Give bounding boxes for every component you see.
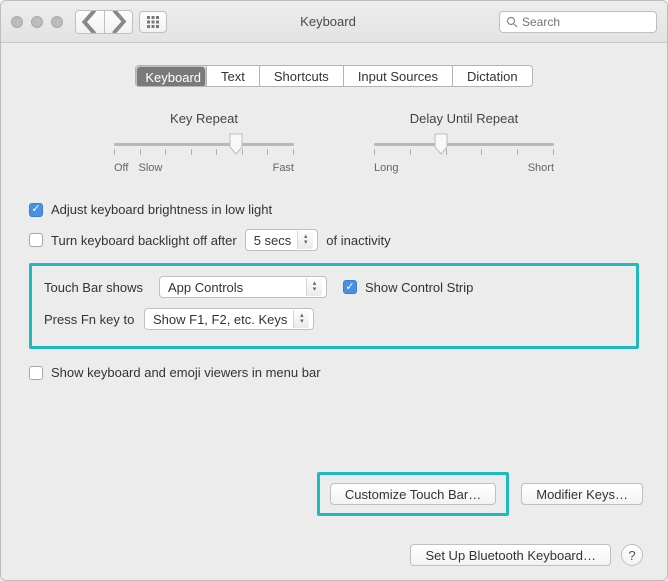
zoom-icon[interactable]	[51, 16, 63, 28]
customize-highlight: Customize Touch Bar…	[317, 472, 509, 516]
sliders-area: Key Repeat Off Slow Fast Delay Until Repe…	[1, 111, 667, 174]
viewers-label: Show keyboard and emoji viewers in menu …	[51, 365, 321, 380]
bottom-row: Set Up Bluetooth Keyboard… ?	[410, 544, 643, 566]
back-button[interactable]	[76, 11, 104, 33]
window-title: Keyboard	[167, 14, 489, 29]
touchbar-row: Touch Bar shows App Controls ▴▾ Show Con…	[44, 276, 624, 298]
stepper-icon: ▴▾	[293, 310, 309, 328]
modifier-keys-button[interactable]: Modifier Keys…	[521, 483, 643, 505]
fn-value: Show F1, F2, etc. Keys	[153, 312, 287, 327]
key-repeat-title: Key Repeat	[170, 111, 238, 126]
delay-title: Delay Until Repeat	[410, 111, 518, 126]
fn-select[interactable]: Show F1, F2, etc. Keys ▴▾	[144, 308, 314, 330]
key-repeat-off: Off	[114, 162, 128, 174]
traffic-lights	[11, 16, 63, 28]
customize-button[interactable]: Customize Touch Bar…	[330, 483, 496, 505]
delay-thumb[interactable]	[434, 133, 448, 155]
bluetooth-button[interactable]: Set Up Bluetooth Keyboard…	[410, 544, 611, 566]
brightness-checkbox[interactable]	[29, 203, 43, 217]
nav-buttons	[75, 10, 133, 34]
button-row: Customize Touch Bar… Modifier Keys…	[317, 472, 643, 516]
backlight-value: 5 secs	[254, 233, 292, 248]
tab-keyboard[interactable]: Keyboard	[136, 66, 206, 87]
backlight-checkbox[interactable]	[29, 233, 43, 247]
key-repeat-slow: Slow	[138, 162, 162, 174]
search-field[interactable]	[499, 11, 657, 33]
titlebar: Keyboard	[1, 1, 667, 43]
key-repeat-fast: Fast	[273, 162, 294, 174]
key-repeat-slider[interactable]	[114, 136, 294, 152]
segmented-control: Keyboard Text Shortcuts Input Sources Di…	[135, 65, 532, 87]
delay-block: Delay Until Repeat Long Short	[374, 111, 554, 174]
backlight-select[interactable]: 5 secs ▴▾	[245, 229, 319, 251]
preferences-window: Keyboard Keyboard Text Shortcuts Input S…	[0, 0, 668, 581]
close-icon[interactable]	[11, 16, 23, 28]
brightness-row: Adjust keyboard brightness in low light	[29, 202, 639, 217]
touchbar-value: App Controls	[168, 280, 300, 295]
control-strip-label: Show Control Strip	[365, 280, 473, 295]
tab-shortcuts[interactable]: Shortcuts	[259, 66, 343, 86]
touchbar-select[interactable]: App Controls ▴▾	[159, 276, 327, 298]
viewers-checkbox[interactable]	[29, 366, 43, 380]
delay-slider[interactable]	[374, 136, 554, 152]
touchbar-label: Touch Bar shows	[44, 280, 159, 295]
content-area: Adjust keyboard brightness in low light …	[1, 202, 667, 380]
tab-dictation[interactable]: Dictation	[452, 66, 532, 86]
backlight-label-after: of inactivity	[326, 233, 390, 248]
backlight-row: Turn keyboard backlight off after 5 secs…	[29, 229, 639, 251]
delay-long: Long	[374, 162, 398, 174]
fn-label: Press Fn key to	[44, 312, 144, 327]
brightness-label: Adjust keyboard brightness in low light	[51, 202, 272, 217]
search-input[interactable]	[522, 15, 650, 29]
search-icon	[506, 16, 518, 28]
delay-short: Short	[528, 162, 554, 174]
tab-text[interactable]: Text	[206, 66, 259, 86]
key-repeat-thumb[interactable]	[229, 133, 243, 155]
stepper-icon: ▴▾	[297, 231, 313, 249]
forward-button[interactable]	[104, 11, 132, 33]
backlight-label-before: Turn keyboard backlight off after	[51, 233, 237, 248]
key-repeat-block: Key Repeat Off Slow Fast	[114, 111, 294, 174]
tab-input-sources[interactable]: Input Sources	[343, 66, 452, 86]
viewers-row: Show keyboard and emoji viewers in menu …	[29, 365, 639, 380]
show-all-button[interactable]	[139, 11, 167, 33]
touchbar-highlight: Touch Bar shows App Controls ▴▾ Show Con…	[29, 263, 639, 349]
minimize-icon[interactable]	[31, 16, 43, 28]
fn-row: Press Fn key to Show F1, F2, etc. Keys ▴…	[44, 308, 624, 330]
stepper-icon: ▴▾	[306, 278, 322, 296]
control-strip-checkbox[interactable]	[343, 280, 357, 294]
help-button[interactable]: ?	[621, 544, 643, 566]
tab-bar: Keyboard Text Shortcuts Input Sources Di…	[1, 65, 667, 87]
